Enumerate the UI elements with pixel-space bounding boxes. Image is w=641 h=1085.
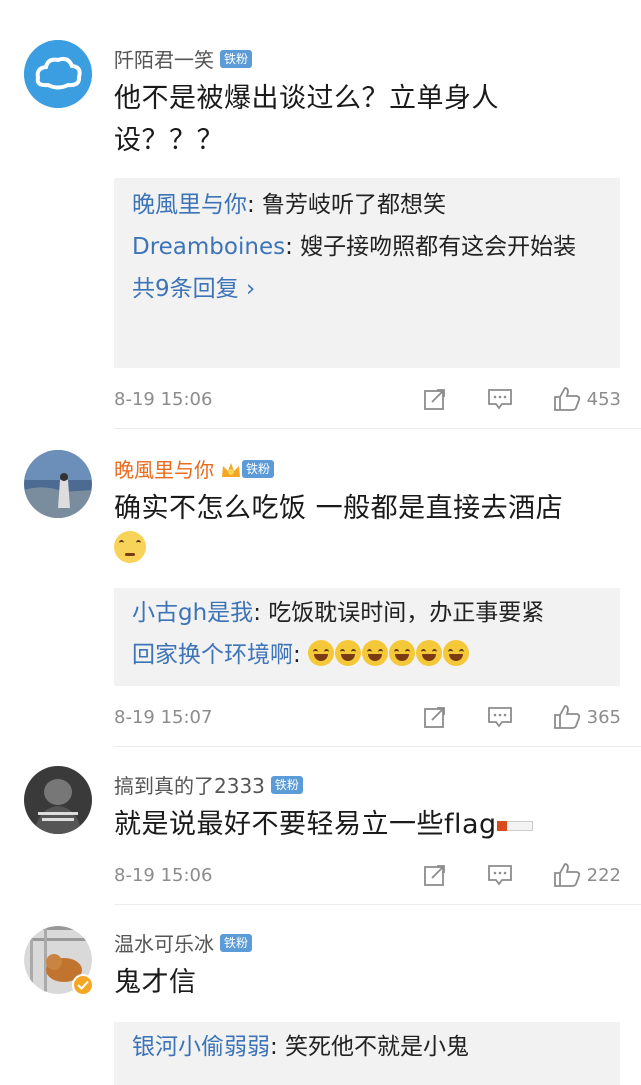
like-button[interactable]: 222 — [553, 862, 621, 888]
forward-icon — [423, 707, 445, 728]
timestamp: 8-19 15:06 — [114, 388, 213, 410]
avatar[interactable] — [24, 926, 94, 996]
laugh-cry-emoji — [416, 640, 443, 666]
comment-text: 鬼才信 — [114, 967, 197, 998]
comment-text: 他不是被爆出谈过么？立单身人设？？？ — [114, 83, 499, 156]
username[interactable]: 搞到真的了2333 铁粉 — [114, 770, 303, 799]
comment-meta: 8-19 15:07 365 — [114, 702, 621, 732]
reply-text: : 鲁芳岐听了都想笑 — [247, 192, 447, 218]
username-text: 晚風里与你 — [114, 458, 214, 482]
verified-icon — [72, 974, 94, 996]
laugh-cry-emoji — [362, 640, 389, 666]
reply-item[interactable]: 小古gh是我: 吃饭耽误时间，办正事要紧 — [132, 592, 602, 634]
avatar[interactable] — [24, 766, 92, 834]
divider — [114, 746, 641, 747]
username-text: 阡陌君一笑 — [114, 48, 214, 72]
comment-text: 就是说最好不要轻易立一些flag — [114, 804, 617, 846]
reply-username[interactable]: 回家换个环境啊 — [132, 642, 293, 668]
cigarette-emoji — [496, 821, 533, 831]
timestamp: 8-19 15:06 — [114, 864, 213, 886]
like-button[interactable]: 453 — [553, 386, 621, 412]
comment-text: 确实不怎么吃饭 一般都是直接去酒店 — [114, 488, 617, 572]
comment-button[interactable] — [487, 705, 513, 729]
reply-username[interactable]: 小古gh是我 — [132, 600, 253, 626]
laugh-cry-emoji — [308, 640, 335, 666]
username[interactable]: 温水可乐冰 铁粉 — [114, 928, 253, 957]
avatar[interactable] — [24, 450, 92, 518]
username-text: 温水可乐冰 — [114, 932, 214, 956]
reply-box[interactable]: 晚風里与你: 鲁芳岐听了都想笑 Dreamboines: 嫂子接吻照都有这会开始… — [114, 178, 620, 368]
username[interactable]: 阡陌君一笑 铁粉 — [114, 44, 253, 73]
forward-icon — [423, 865, 445, 886]
reply-username[interactable]: 晚風里与你 — [132, 192, 247, 218]
reply-username[interactable]: Dreamboines — [132, 234, 285, 260]
comment-button[interactable] — [487, 863, 513, 887]
laugh-cry-emoji — [389, 640, 416, 666]
laugh-cry-emoji — [443, 640, 470, 666]
more-replies-link[interactable]: 共9条回复 › — [132, 268, 602, 310]
like-count: 365 — [586, 706, 621, 728]
like-count: 222 — [586, 864, 621, 886]
reply-item[interactable]: 回家换个环境啊: — [132, 634, 602, 676]
fan-badge: 铁粉 — [220, 49, 253, 68]
fan-badge: 铁粉 — [270, 775, 303, 794]
divider — [114, 904, 641, 905]
divider — [114, 428, 641, 429]
laugh-cry-emoji — [335, 640, 362, 666]
forward-button[interactable] — [423, 863, 447, 887]
reply-item[interactable]: Dreamboines: 嫂子接吻照都有这会开始装 — [132, 226, 602, 268]
comment-meta: 8-19 15:06 222 — [114, 860, 621, 890]
reply-text: : 嫂子接吻照都有这会开始装 — [285, 234, 577, 260]
forward-button[interactable] — [423, 705, 447, 729]
comment-icon — [487, 707, 512, 728]
forward-button[interactable] — [423, 387, 447, 411]
comment-icon — [487, 389, 512, 410]
reply-item[interactable]: 晚風里与你: 鲁芳岐听了都想笑 — [132, 184, 602, 226]
like-count: 453 — [586, 388, 621, 410]
fan-badge: 铁粉 — [242, 459, 275, 478]
crown-icon — [220, 460, 242, 478]
like-icon — [553, 705, 580, 729]
like-button[interactable]: 365 — [553, 704, 621, 730]
like-icon — [553, 387, 580, 411]
reply-box[interactable]: 银河小偷弱弱: 笑死他不就是小鬼 — [114, 1022, 620, 1085]
comment-icon — [487, 865, 512, 886]
reply-box[interactable]: 小古gh是我: 吃饭耽误时间，办正事要紧 回家换个环境啊: — [114, 588, 620, 686]
reply-text: : 吃饭耽误时间，办正事要紧 — [253, 600, 545, 626]
comment-meta: 8-19 15:06 453 — [114, 384, 621, 414]
comment-text-content: 就是说最好不要轻易立一些flag — [114, 809, 497, 840]
avatar[interactable] — [24, 40, 92, 108]
reply-username[interactable]: 银河小偷弱弱 — [132, 1034, 270, 1060]
comment-text-content: 确实不怎么吃饭 一般都是直接去酒店 — [114, 493, 564, 524]
comment-button[interactable] — [487, 387, 513, 411]
reply-text: : — [293, 642, 309, 668]
reply-text: : 笑死他不就是小鬼 — [270, 1034, 470, 1060]
username-text: 搞到真的了2333 — [114, 774, 265, 798]
timestamp: 8-19 15:07 — [114, 706, 213, 728]
forward-icon — [423, 389, 445, 410]
reply-item[interactable]: 银河小偷弱弱: 笑死他不就是小鬼 — [132, 1026, 602, 1068]
like-icon — [553, 863, 580, 887]
fan-badge: 铁粉 — [220, 933, 253, 952]
username[interactable]: 晚風里与你 铁粉 — [114, 454, 275, 483]
pleading-emoji — [114, 531, 146, 563]
